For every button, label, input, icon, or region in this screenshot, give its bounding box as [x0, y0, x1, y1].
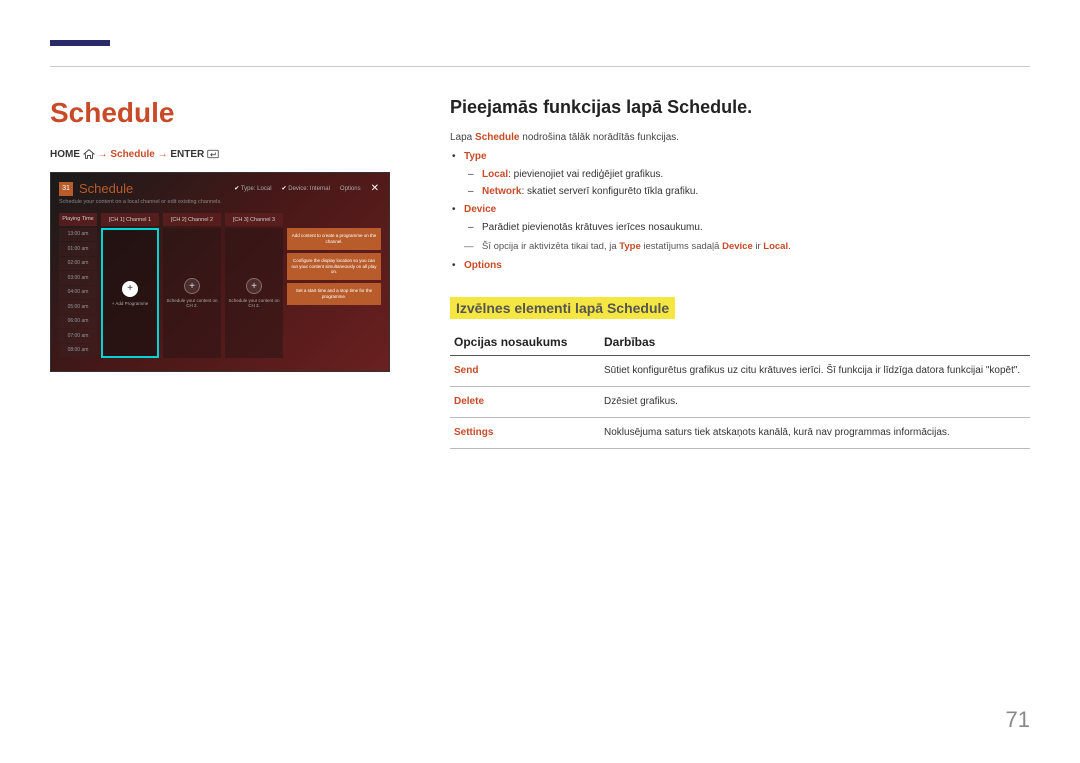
feature-type-network: Network: skatiet serverī konfigurēto tīk…: [482, 184, 1030, 199]
breadcrumb-home: HOME: [50, 149, 80, 160]
ss-device: ✔ Device: Internal: [282, 185, 330, 192]
channel-1: [CH 1] Channel 1 + + Add Programme: [101, 213, 159, 358]
screenshot-title: Schedule: [79, 181, 133, 196]
channel-2: [CH 2] Channel 2 + Schedule your content…: [163, 213, 221, 358]
side-hints: Add content to create a programme on the…: [287, 213, 381, 358]
breadcrumb-arrow-2: →: [158, 149, 171, 160]
time-column: Playing Time 13:00 am 01:00 am 02:00 am …: [59, 213, 97, 358]
feature-device-text: Parādiet pievienotās krātuves ierīces no…: [482, 220, 1030, 235]
feature-options: Options: [464, 258, 1030, 273]
header-divider: [50, 66, 1030, 67]
ss-type: ✔ Type: Local: [234, 185, 271, 192]
section-title: Pieejamās funkcijas lapā Schedule.: [450, 97, 1030, 118]
breadcrumb-enter: ENTER: [170, 149, 204, 160]
header-accent-bar: [50, 40, 110, 46]
screenshot-subtitle: Schedule your content on a local channel…: [59, 199, 381, 205]
page-title: Schedule: [50, 97, 400, 129]
feature-type-local: Local: pievienojiet vai rediģējiet grafi…: [482, 167, 1030, 182]
breadcrumb: HOME → Schedule → ENTER: [50, 149, 400, 160]
close-icon: ✕: [371, 183, 379, 194]
col-actions: Darbības: [600, 329, 1030, 356]
calendar-icon: 31: [59, 182, 73, 196]
check-icon: ✔: [282, 186, 287, 192]
plus-icon: +: [122, 281, 138, 297]
plus-icon: +: [184, 278, 200, 294]
feature-list-2: Options: [450, 258, 1030, 273]
ss-options: Options: [340, 186, 361, 192]
check-icon: ✔: [234, 186, 239, 192]
device-note: Šī opcija ir aktivizēta tikai tad, ja Ty…: [450, 241, 1030, 252]
plus-icon: +: [246, 278, 262, 294]
page-number: 71: [1006, 707, 1030, 733]
table-row: Settings Noklusējuma saturs tiek atskaņo…: [450, 418, 1030, 449]
intro-text: Lapa Schedule nodrošina tālāk norādītās …: [450, 130, 1030, 145]
time-header: Playing Time: [59, 213, 97, 226]
subsection-title: Izvēlnes elementi lapā Schedule: [450, 297, 675, 319]
col-option-name: Opcijas nosaukums: [450, 329, 600, 356]
breadcrumb-schedule: Schedule: [110, 149, 154, 160]
table-row: Delete Dzēsiet grafikus.: [450, 387, 1030, 418]
channel-3: [CH 3] Channel 3 + Schedule your content…: [225, 213, 283, 358]
enter-icon: [207, 149, 219, 159]
schedule-screenshot: 31 Schedule ✔ Type: Local ✔ Device: Inte…: [50, 172, 390, 372]
feature-type: Type Local: pievienojiet vai rediģējiet …: [464, 149, 1030, 199]
home-icon: [83, 149, 95, 159]
breadcrumb-arrow-1: →: [98, 149, 111, 160]
right-column: Pieejamās funkcijas lapā Schedule. Lapa …: [450, 97, 1030, 449]
feature-list: Type Local: pievienojiet vai rediģējiet …: [450, 149, 1030, 235]
table-row: Send Sūtiet konfigurētus grafikus uz cit…: [450, 356, 1030, 387]
options-table: Opcijas nosaukums Darbības Send Sūtiet k…: [450, 329, 1030, 449]
feature-device: Device Parādiet pievienotās krātuves ier…: [464, 202, 1030, 235]
left-column: Schedule HOME → Schedule → ENTER 31 Sche…: [50, 97, 400, 449]
